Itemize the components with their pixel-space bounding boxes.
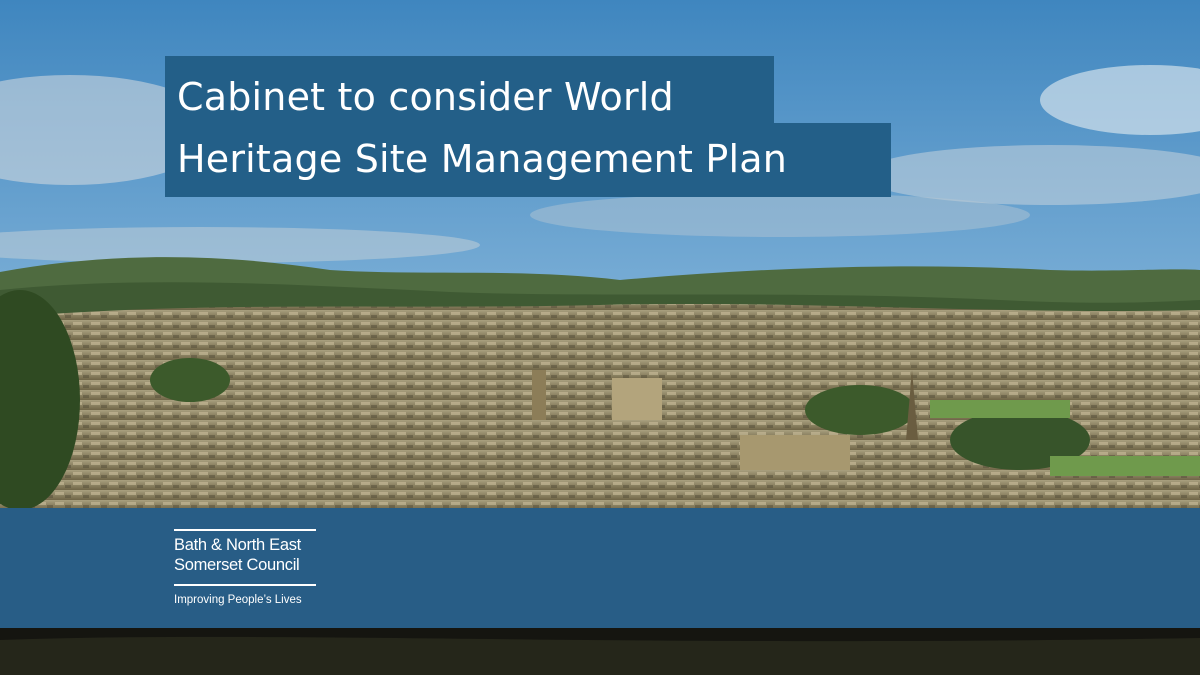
council-name-line-1: Bath & North East xyxy=(174,536,301,554)
council-name-line-2: Somerset Council xyxy=(174,556,300,574)
logo-rule-top xyxy=(174,529,316,531)
headline-line-2: Heritage Site Management Plan xyxy=(165,123,891,197)
council-tagline: Improving People’s Lives xyxy=(174,594,302,606)
logo-rule-bottom xyxy=(174,584,316,586)
headline-line-1: Cabinet to consider World xyxy=(165,56,774,126)
